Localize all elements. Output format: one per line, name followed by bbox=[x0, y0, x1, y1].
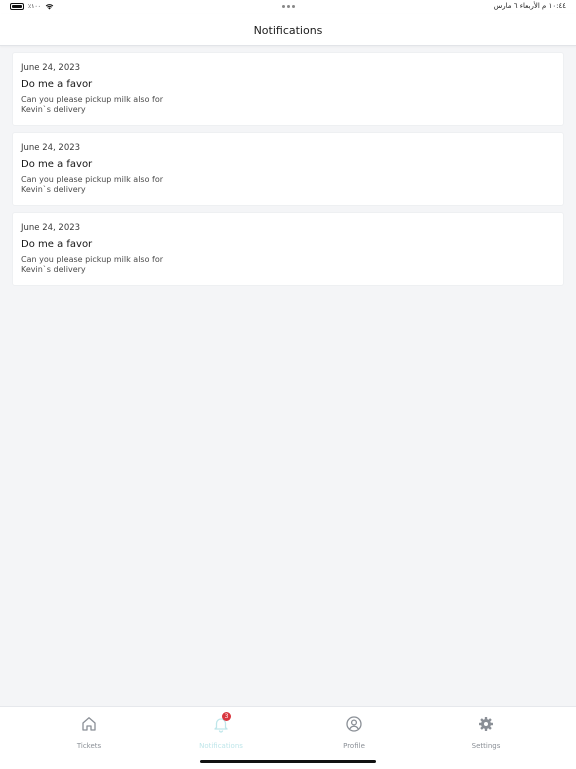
notification-date: June 24, 2023 bbox=[21, 143, 81, 153]
notification-card[interactable]: June 24, 2023 Do me a favor Can you plea… bbox=[12, 132, 564, 206]
notification-message: Can you please pickup milk also for Kevi… bbox=[21, 95, 164, 114]
notification-count-badge: 3 bbox=[222, 712, 231, 721]
notification-message: Can you please pickup milk also for Kevi… bbox=[21, 255, 164, 274]
status-time-date: ١٠:٤٤ م الأربعاء ٦ مارس bbox=[493, 2, 566, 10]
tab-profile[interactable]: Profile bbox=[304, 715, 404, 750]
tab-label: Profile bbox=[343, 742, 365, 750]
home-icon bbox=[80, 715, 98, 733]
status-bar: ٪١٠٠ ١٠:٤٤ م الأربعاء ٦ مارس bbox=[0, 0, 576, 14]
tab-settings[interactable]: Settings bbox=[436, 715, 536, 750]
multitasking-dots-icon[interactable] bbox=[282, 5, 295, 8]
notification-message: Can you please pickup milk also for Kevi… bbox=[21, 175, 164, 194]
tab-notifications[interactable]: 3 Notifications bbox=[171, 712, 271, 750]
navigation-bar: Notifications bbox=[0, 14, 576, 46]
gear-icon bbox=[477, 715, 495, 733]
tab-label: Settings bbox=[471, 742, 501, 750]
wifi-icon bbox=[45, 4, 54, 10]
tab-tickets[interactable]: Tickets bbox=[39, 715, 139, 750]
battery-icon bbox=[10, 3, 24, 10]
notification-list: June 24, 2023 Do me a favor Can you plea… bbox=[12, 52, 564, 292]
status-indicators: ٪١٠٠ bbox=[10, 3, 54, 10]
notification-card[interactable]: June 24, 2023 Do me a favor Can you plea… bbox=[12, 52, 564, 126]
tab-label: Notifications bbox=[199, 742, 243, 750]
profile-icon bbox=[345, 715, 363, 733]
notification-date: June 24, 2023 bbox=[21, 223, 81, 233]
notification-card[interactable]: June 24, 2023 Do me a favor Can you plea… bbox=[12, 212, 564, 286]
notification-title: Do me a favor bbox=[21, 79, 93, 90]
bell-icon: 3 bbox=[212, 712, 231, 733]
home-indicator[interactable] bbox=[200, 760, 376, 763]
tab-label: Tickets bbox=[76, 742, 102, 750]
notification-title: Do me a favor bbox=[21, 159, 93, 170]
notification-date: June 24, 2023 bbox=[21, 63, 81, 73]
page-title: Notifications bbox=[253, 24, 323, 37]
notification-title: Do me a favor bbox=[21, 239, 93, 250]
battery-percent: ٪١٠٠ bbox=[28, 3, 41, 10]
